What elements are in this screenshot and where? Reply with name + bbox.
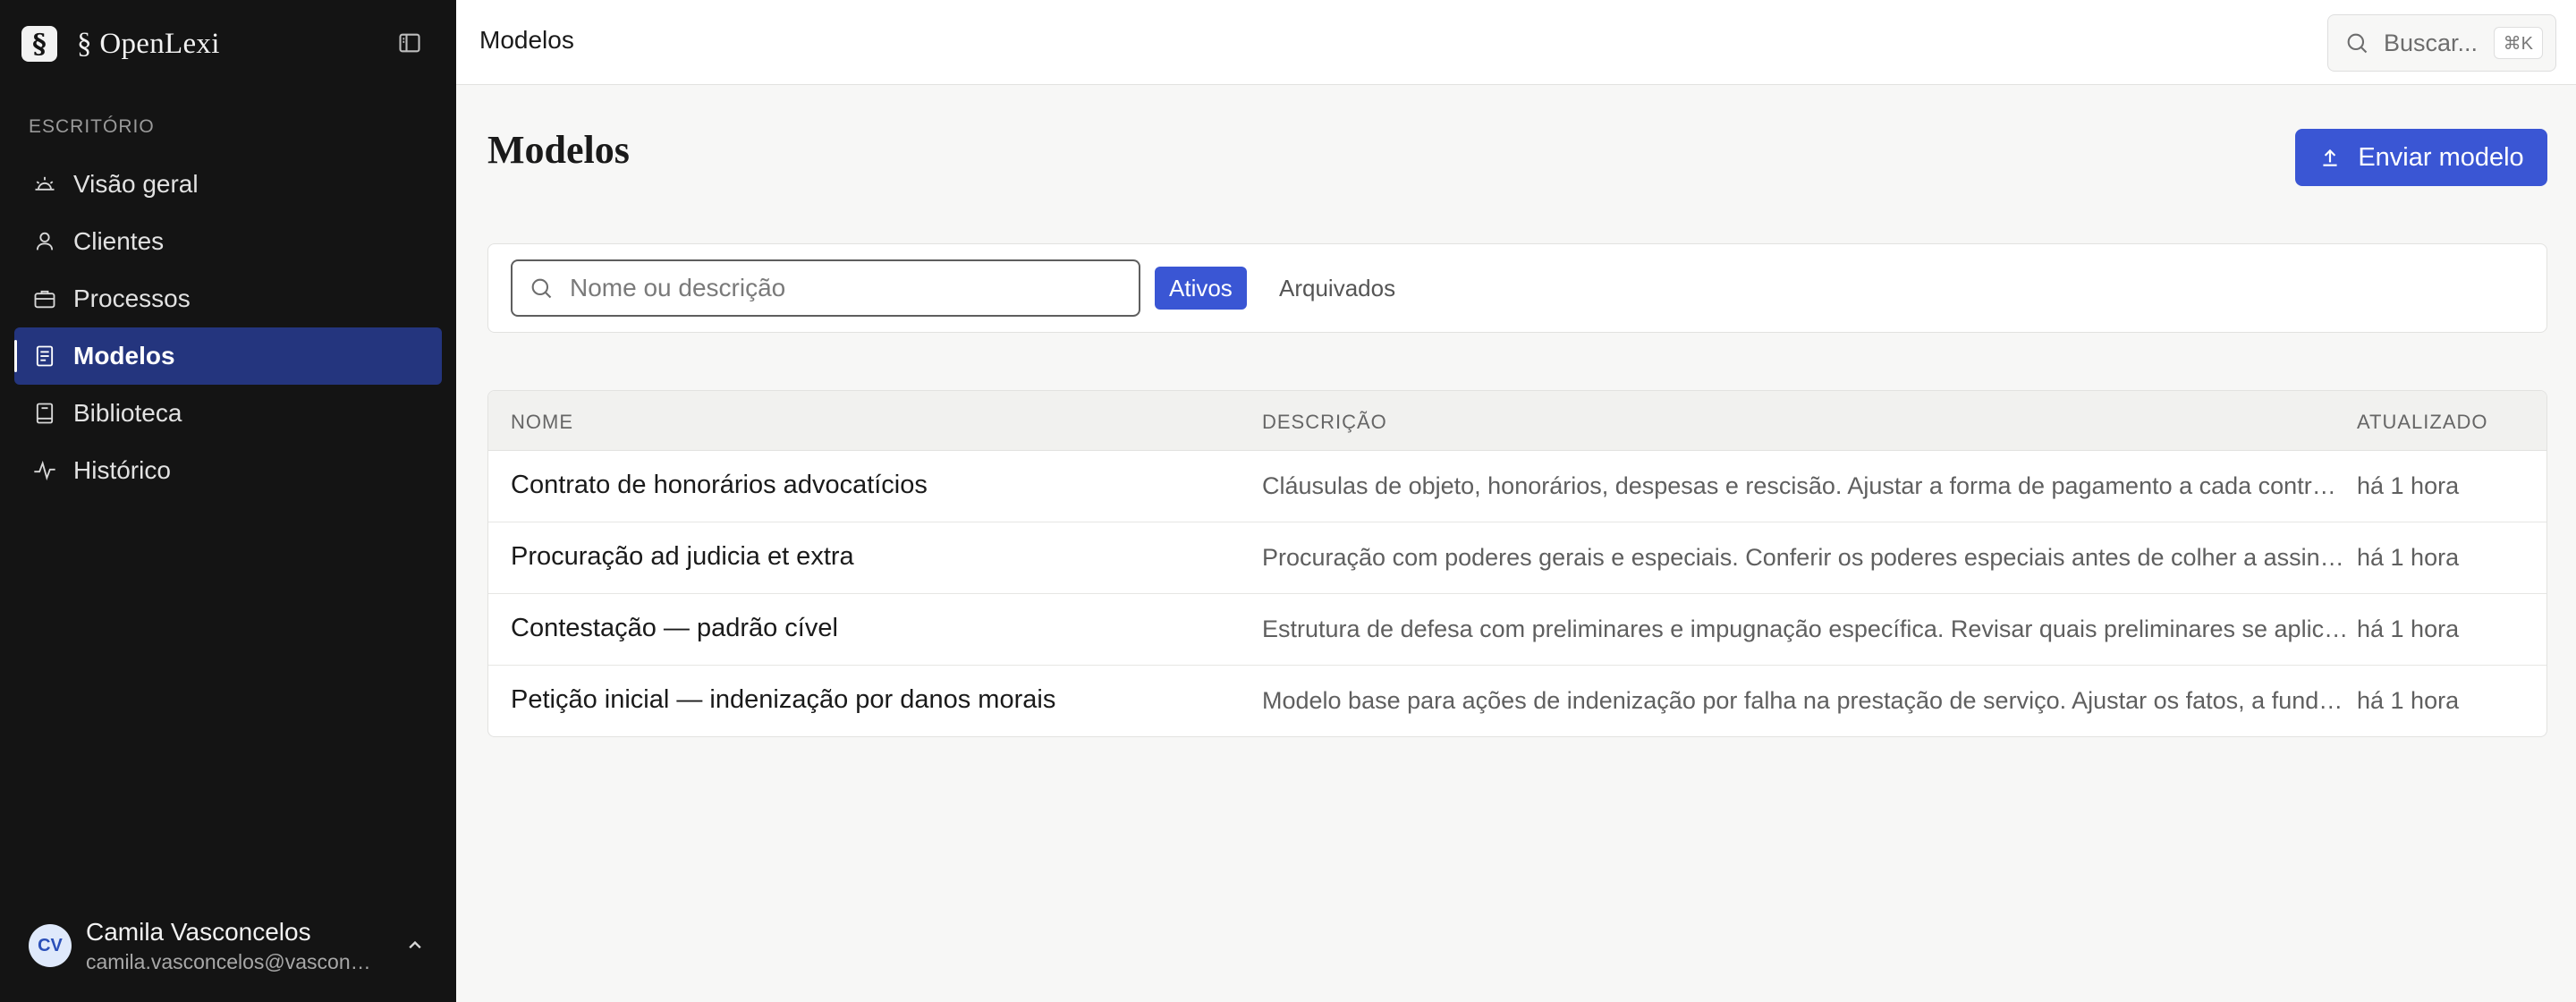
sidebar-nav: Visão geral Clientes Processos Modelos B… [14,156,442,499]
column-header-descricao[interactable]: DESCRIÇÃO [1262,411,1387,434]
sun-icon [35,176,55,191]
template-name: Contestação — padrão cível [511,614,838,642]
brand-logo: § [21,26,57,62]
search-icon [2347,33,2368,54]
template-name: Contrato de honorários advocatícios [511,471,928,499]
sidebar-item-label: Processos [73,284,191,312]
upload-template-button[interactable]: Enviar modelo [2295,129,2547,186]
tab-arquivados[interactable]: Arquivados [1268,267,1406,310]
user-name: Camila Vasconcelos [86,917,311,946]
sidebar-toggle-button[interactable] [394,27,426,59]
templates-table: NOME DESCRIÇÃO ATUALIZADO Contrato de ho… [487,390,2547,737]
activity-icon [34,460,55,481]
global-search-label: Buscar... [2384,29,2479,56]
sidebar-item-biblioteca[interactable]: Biblioteca [14,385,442,442]
template-updated: há 1 hora [2357,687,2460,714]
template-search-placeholder: Nome ou descrição [570,274,786,301]
template-description: Modelo base para ações de indenização po… [1262,687,2349,714]
search-icon [531,278,552,299]
column-header-nome[interactable]: NOME [511,411,573,434]
template-name: Procuração ad judicia et extra [511,542,854,571]
user-icon [36,232,54,250]
template-search-input[interactable]: Nome ou descrição [511,259,1140,317]
keyboard-shortcut-badge: ⌘K [2493,27,2543,59]
sidebar-item-processos[interactable]: Processos [14,270,442,327]
sidebar-item-label: Modelos [73,342,175,369]
page-title: Modelos [487,128,630,172]
template-name: Petição inicial — indenização por danos … [511,685,1056,714]
global-search-button[interactable]: Buscar... ⌘K [2327,14,2556,72]
topbar: Modelos Buscar... ⌘K [456,0,2576,85]
sidebar-item-visao-geral[interactable]: Visão geral [14,156,442,213]
tab-ativos[interactable]: Ativos [1155,267,1247,310]
user-info: Camila Vasconcelos camila.vasconcelos@va… [86,918,381,974]
user-email: camila.vasconcelos@vasconcelos.adv.br [86,949,381,973]
table-row[interactable]: Petição inicial — indenização por danos … [488,666,2546,736]
template-description: Procuração com poderes gerais e especiai… [1262,544,2349,571]
briefcase-icon [34,290,55,309]
brand[interactable]: § § OpenLexi [21,25,220,63]
avatar: CV [29,924,72,967]
sidebar-item-historico[interactable]: Histórico [14,442,442,499]
sidebar-item-label: Visão geral [73,170,199,198]
sidebar-item-label: Histórico [73,456,171,484]
filter-bar: Nome ou descrição Ativos Arquivados [487,243,2547,333]
sidebar-item-modelos[interactable]: Modelos [14,327,442,385]
document-icon [36,345,54,367]
upload-template-label: Enviar modelo [2358,142,2524,172]
upload-icon [2323,149,2337,166]
table-row[interactable]: Contestação — padrão cível Estrutura de … [488,594,2546,666]
sidebar-item-label: Biblioteca [73,399,182,427]
brand-name: § OpenLexi [77,27,220,60]
breadcrumb: Modelos [479,26,574,54]
template-updated: há 1 hora [2357,472,2460,499]
sidebar: § § OpenLexi ESCRITÓRIO Visão geral Clie… [0,0,456,1002]
sidebar-section-label: ESCRITÓRIO [29,116,155,137]
template-updated: há 1 hora [2357,544,2460,571]
sidebar-item-clientes[interactable]: Clientes [14,213,442,270]
template-updated: há 1 hora [2357,616,2460,642]
sidebar-toggle-icon [399,33,420,53]
table-row[interactable]: Contrato de honorários advocatícios Cláu… [488,451,2546,522]
template-description: Estrutura de defesa com preliminares e i… [1262,616,2349,642]
user-menu[interactable]: CV Camila Vasconcelos camila.vasconcelos… [29,914,428,977]
table-row[interactable]: Procuração ad judicia et extra Procuraçã… [488,522,2546,594]
book-icon [36,403,54,424]
template-description: Cláusulas de objeto, honorários, despesa… [1262,472,2349,499]
column-header-atualizado[interactable]: ATUALIZADO [2357,411,2488,434]
sidebar-item-label: Clientes [73,227,165,255]
table-header: NOME DESCRIÇÃO ATUALIZADO [488,391,2546,451]
chevron-up-icon[interactable] [402,933,428,958]
